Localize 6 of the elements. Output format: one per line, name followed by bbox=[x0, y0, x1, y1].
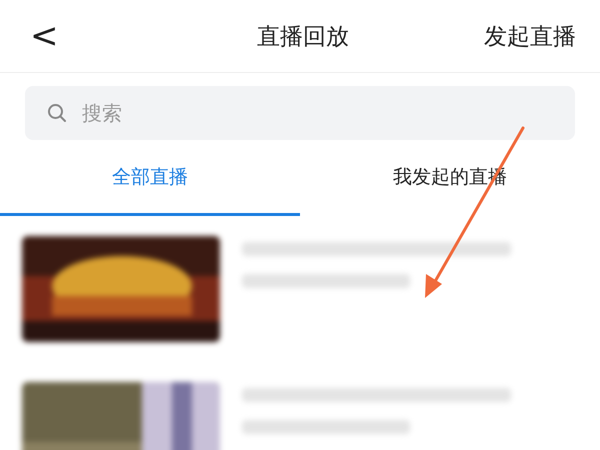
tab[interactable]: 全部直播 bbox=[0, 140, 300, 216]
page-title: 直播回放 bbox=[257, 22, 349, 52]
search-icon bbox=[47, 103, 67, 123]
start-live-button[interactable]: 发起直播 bbox=[484, 20, 576, 52]
back-button[interactable]: < bbox=[30, 16, 58, 56]
search-field[interactable]: 搜索 bbox=[25, 86, 575, 140]
